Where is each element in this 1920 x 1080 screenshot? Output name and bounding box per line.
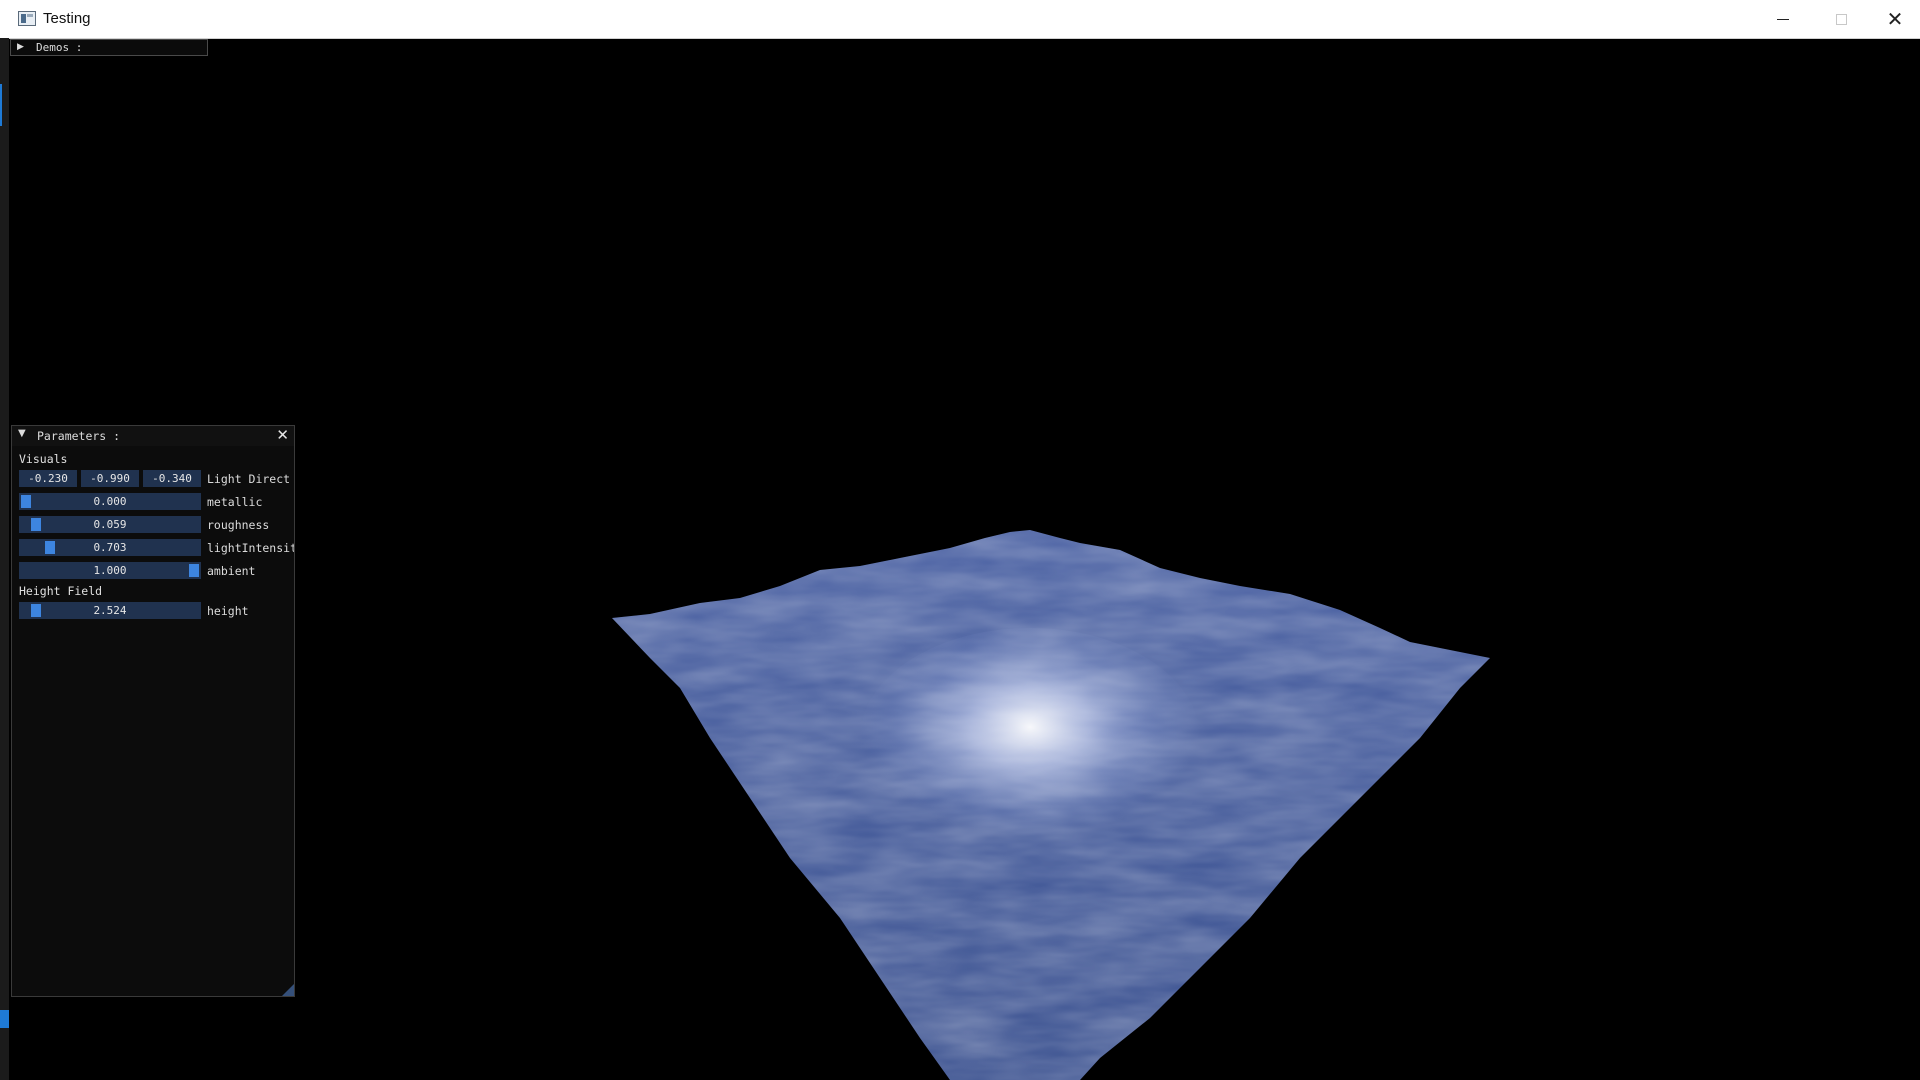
window-title-bar: Testing ✕ bbox=[0, 0, 1920, 39]
metallic-label: metallic bbox=[207, 495, 263, 509]
light-intensity-slider[interactable]: 0.703 bbox=[19, 539, 201, 556]
app-icon bbox=[18, 11, 36, 26]
slider-grab[interactable] bbox=[30, 518, 41, 531]
metallic-slider[interactable]: 0.000 bbox=[19, 493, 201, 510]
left-edge-strip bbox=[0, 38, 9, 1080]
parameters-panel-header[interactable]: ▼ Parameters : ✕ bbox=[12, 426, 294, 446]
maximize-icon bbox=[1835, 13, 1847, 25]
roughness-label: roughness bbox=[207, 518, 270, 532]
minimize-icon bbox=[1777, 18, 1789, 20]
minimize-button[interactable] bbox=[1754, 0, 1812, 38]
section-height-field: Height Field bbox=[19, 584, 103, 598]
maximize-button[interactable] bbox=[1812, 0, 1870, 38]
slider-grab[interactable] bbox=[21, 495, 31, 508]
section-visuals: Visuals bbox=[19, 452, 68, 466]
demos-panel-title: Demos : bbox=[36, 41, 83, 54]
slider-grab[interactable] bbox=[189, 564, 199, 577]
slider-value: 0.703 bbox=[93, 541, 127, 554]
left-edge-accent-bottom bbox=[0, 1010, 9, 1028]
slider-value: 0.000 bbox=[93, 495, 127, 508]
panel-close-icon[interactable]: ✕ bbox=[276, 426, 289, 444]
height-slider[interactable]: 2.524 bbox=[19, 602, 201, 619]
roughness-slider[interactable]: 0.059 bbox=[19, 516, 201, 533]
ambient-label: ambient bbox=[207, 564, 256, 578]
parameters-panel: ▼ Parameters : ✕ Visuals -0.230 -0.990 -… bbox=[11, 425, 295, 997]
slider-value: 1.000 bbox=[93, 564, 127, 577]
light-direction-label: Light Direct bbox=[207, 472, 291, 486]
left-edge-accent bbox=[0, 84, 2, 126]
expand-arrow-icon[interactable]: ▶ bbox=[17, 40, 24, 55]
parameters-panel-title: Parameters : bbox=[37, 429, 121, 443]
height-label: height bbox=[207, 604, 249, 618]
slider-grab[interactable] bbox=[44, 541, 55, 554]
window-title: Testing bbox=[43, 10, 91, 27]
ambient-slider[interactable]: 1.000 bbox=[19, 562, 201, 579]
resize-grip[interactable] bbox=[282, 984, 294, 996]
light-direction-z[interactable]: -0.340 bbox=[143, 470, 201, 487]
light-direction-x[interactable]: -0.230 bbox=[19, 470, 77, 487]
close-icon: ✕ bbox=[1886, 7, 1904, 31]
light-intensity-label: lightIntensit bbox=[207, 541, 295, 555]
demos-panel-header[interactable]: ▶ Demos : bbox=[10, 39, 208, 56]
slider-value: 0.059 bbox=[93, 518, 127, 531]
slider-value: 2.524 bbox=[93, 604, 127, 617]
light-direction-y[interactable]: -0.990 bbox=[81, 470, 139, 487]
collapse-arrow-icon[interactable]: ▼ bbox=[18, 428, 26, 439]
close-button[interactable]: ✕ bbox=[1870, 0, 1920, 38]
slider-grab[interactable] bbox=[31, 604, 42, 617]
